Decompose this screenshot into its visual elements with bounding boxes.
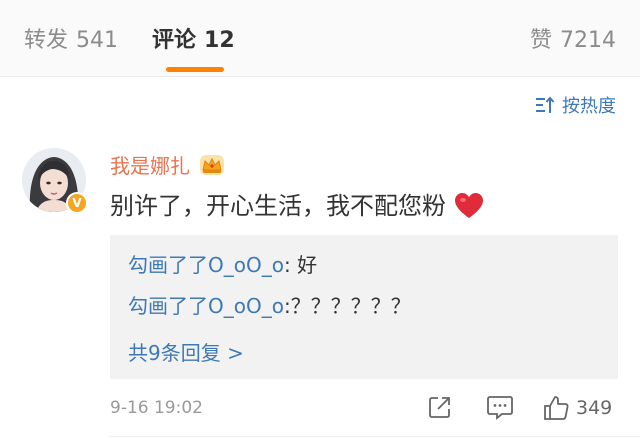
more-replies-link[interactable]: 共9条回复 > bbox=[128, 339, 244, 367]
verified-badge: V bbox=[66, 192, 88, 214]
like-icon bbox=[544, 396, 569, 420]
comment-text: 别许了，开心生活，我不配您粉 bbox=[110, 192, 446, 220]
reply-separator: : bbox=[283, 294, 291, 318]
reply-text: 好 bbox=[297, 253, 318, 277]
reply-author[interactable]: 勾画了了O_oO_o bbox=[128, 253, 284, 277]
comment-timestamp: 9-16 19:02 bbox=[110, 398, 203, 418]
replies-box[interactable]: 勾画了了O_oO_o: 好 勾画了了O_oO_o:？？？？？？ 共9条回复 > bbox=[110, 235, 618, 379]
tab-comments-count: 12 bbox=[204, 28, 235, 53]
heart-emoji-icon bbox=[455, 193, 483, 218]
tab-repost-label: 转发 bbox=[24, 28, 69, 53]
comment-author[interactable]: 我是娜扎 bbox=[110, 150, 226, 179]
sort-label: 按热度 bbox=[562, 96, 616, 117]
like-count: 349 bbox=[576, 397, 613, 419]
reply-item[interactable]: 勾画了了O_oO_o:？？？？？？ bbox=[128, 292, 411, 320]
like-button[interactable]: 349 bbox=[542, 394, 612, 422]
verified-badge-icon: V bbox=[68, 194, 86, 212]
tab-repost-count: 541 bbox=[76, 28, 119, 53]
reply-item[interactable]: 勾画了了O_oO_o: 好 bbox=[128, 251, 317, 279]
reply-author[interactable]: 勾画了了O_oO_o bbox=[128, 294, 284, 318]
tab-repost[interactable]: 转发 541 bbox=[24, 27, 118, 55]
share-icon bbox=[429, 397, 450, 418]
username: 我是娜扎 bbox=[110, 154, 190, 178]
tab-comments[interactable]: 评论 12 bbox=[152, 27, 235, 55]
divider bbox=[110, 436, 640, 437]
active-tab-indicator bbox=[166, 67, 224, 72]
tab-likes[interactable]: 赞 7214 bbox=[530, 27, 616, 55]
tab-likes-count: 7214 bbox=[560, 28, 616, 53]
comment-body: 别许了，开心生活，我不配您粉 bbox=[110, 189, 484, 223]
tab-bar: 转发 541 评论 12 赞 7214 bbox=[0, 0, 640, 77]
comment-button[interactable] bbox=[486, 394, 514, 420]
tab-likes-label: 赞 bbox=[529, 28, 552, 53]
sort-icon bbox=[536, 96, 555, 113]
share-button[interactable] bbox=[427, 394, 453, 420]
reply-text: ？？？？？？ bbox=[290, 294, 411, 318]
reply-separator: : bbox=[283, 253, 298, 277]
comment-icon bbox=[487, 396, 513, 420]
crown-badge-icon bbox=[200, 154, 224, 175]
tab-comments-label: 评论 bbox=[152, 28, 197, 53]
sort-by-hot-button[interactable]: 按热度 bbox=[534, 92, 616, 118]
